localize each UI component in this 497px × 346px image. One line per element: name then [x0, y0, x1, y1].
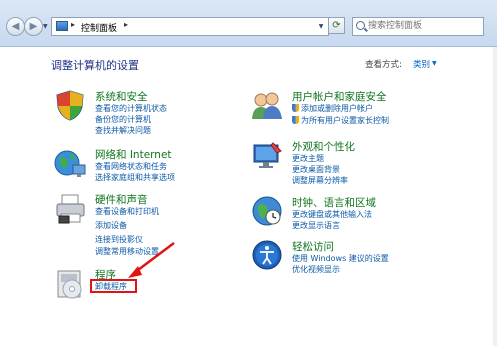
- address-dropdown-button[interactable]: ▼: [314, 18, 328, 35]
- breadcrumb-separator[interactable]: ▸: [124, 20, 128, 29]
- control-panel-content: 调整计算机的设置 查看方式: 类别 ▼ 系统和安全 查看您的计算机状态 备份您的…: [0, 47, 497, 346]
- control-panel-icon: [56, 21, 68, 31]
- recent-pages-dropdown[interactable]: ▼: [43, 23, 48, 30]
- forward-button[interactable]: ▶: [24, 17, 43, 36]
- annotation-overlay: [128, 242, 175, 278]
- back-button[interactable]: ◀: [6, 17, 25, 36]
- refresh-button[interactable]: ⟳: [328, 17, 345, 34]
- highlight-box: [90, 279, 137, 293]
- address-bar[interactable]: ▸ 控制面板 ▸ ▼: [51, 17, 329, 36]
- navigation-toolbar: ◀ ▶ ▼ ▸ 控制面板 ▸ ▼ ⟳: [0, 0, 497, 47]
- refresh-icon: ⟳: [332, 20, 341, 31]
- search-input[interactable]: [353, 18, 488, 33]
- search-icon: [356, 21, 365, 30]
- breadcrumb-control-panel[interactable]: 控制面板: [81, 21, 117, 34]
- window-edge: [493, 47, 497, 346]
- annotation-arrow: [133, 242, 175, 274]
- back-arrow-icon: ◀: [11, 21, 20, 32]
- breadcrumb-separator[interactable]: ▸: [71, 20, 75, 29]
- forward-arrow-icon: ▶: [29, 21, 38, 32]
- search-box[interactable]: [352, 17, 488, 36]
